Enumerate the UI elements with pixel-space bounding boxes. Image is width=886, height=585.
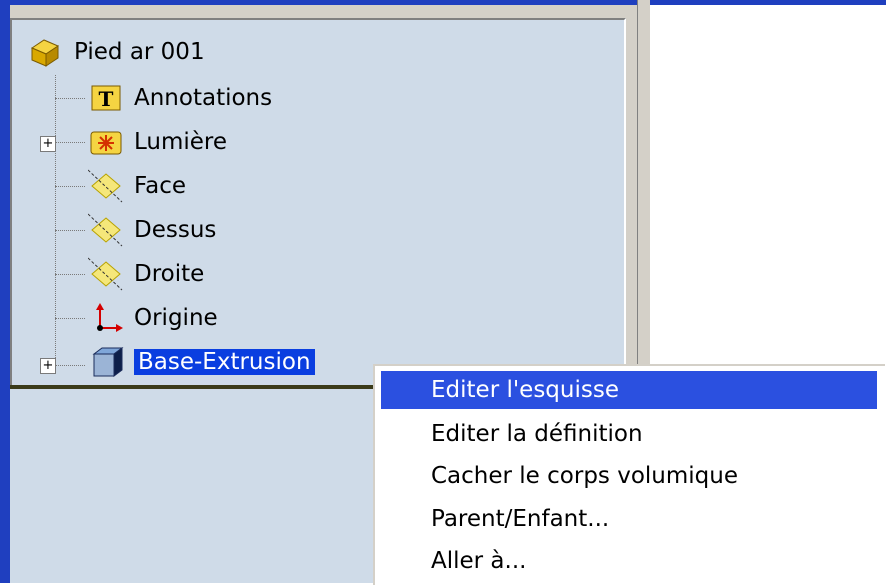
menu-item-edit-definition[interactable]: Editer la définition bbox=[381, 415, 877, 453]
tree-item-origin[interactable]: Origine bbox=[88, 298, 218, 338]
plane-icon bbox=[87, 212, 124, 248]
context-menu: Editer l'esquisse Editer la définition C… bbox=[373, 364, 885, 585]
tree-connector bbox=[55, 365, 85, 366]
tree-connector bbox=[55, 274, 85, 275]
tree-connector bbox=[55, 318, 85, 319]
tree-item-label: Face bbox=[134, 173, 187, 199]
tree-item-top-plane[interactable]: Dessus bbox=[87, 210, 217, 250]
menu-item-hide-body[interactable]: Cacher le corps volumique bbox=[381, 457, 877, 495]
expand-toggle[interactable]: + bbox=[40, 358, 56, 374]
menu-item-parent-child[interactable]: Parent/Enfant... bbox=[381, 500, 877, 538]
tree-item-label: Annotations bbox=[134, 85, 273, 111]
tree-item-lights[interactable]: Lumière bbox=[88, 122, 227, 162]
annotations-icon: T bbox=[88, 80, 124, 116]
origin-icon bbox=[88, 300, 124, 336]
tree-connector bbox=[55, 142, 85, 143]
tree-connector bbox=[55, 230, 85, 231]
expand-toggle[interactable]: + bbox=[40, 136, 56, 152]
menu-item-edit-sketch[interactable]: Editer l'esquisse bbox=[381, 371, 877, 409]
tree-item-label: Droite bbox=[134, 261, 205, 287]
extrusion-icon bbox=[88, 344, 124, 380]
tree-connector bbox=[55, 75, 56, 370]
tree-item-annotations[interactable]: T Annotations bbox=[88, 78, 272, 118]
svg-text:T: T bbox=[99, 87, 114, 111]
plane-icon bbox=[87, 168, 124, 204]
tree-connector bbox=[55, 186, 85, 187]
tree-item-label: Base-Extrusion bbox=[134, 349, 315, 375]
tree-root[interactable]: Pied ar 001 bbox=[28, 32, 205, 72]
window-left-border bbox=[0, 0, 10, 583]
tree-item-label: Dessus bbox=[134, 217, 217, 243]
tree-item-label: Lumière bbox=[134, 129, 228, 155]
tree-root-label: Pied ar 001 bbox=[74, 39, 205, 65]
part-icon bbox=[28, 34, 64, 70]
tree-item-front-plane[interactable]: Face bbox=[87, 166, 187, 206]
plane-icon bbox=[87, 256, 124, 292]
menu-item-go-to[interactable]: Aller à... bbox=[381, 542, 877, 580]
tree-item-right-plane[interactable]: Droite bbox=[87, 254, 205, 294]
tree-item-base-extrusion[interactable]: Base-Extrusion bbox=[88, 342, 315, 382]
light-icon bbox=[88, 124, 124, 160]
tree-item-label: Origine bbox=[134, 305, 218, 331]
tree-connector bbox=[55, 98, 85, 99]
